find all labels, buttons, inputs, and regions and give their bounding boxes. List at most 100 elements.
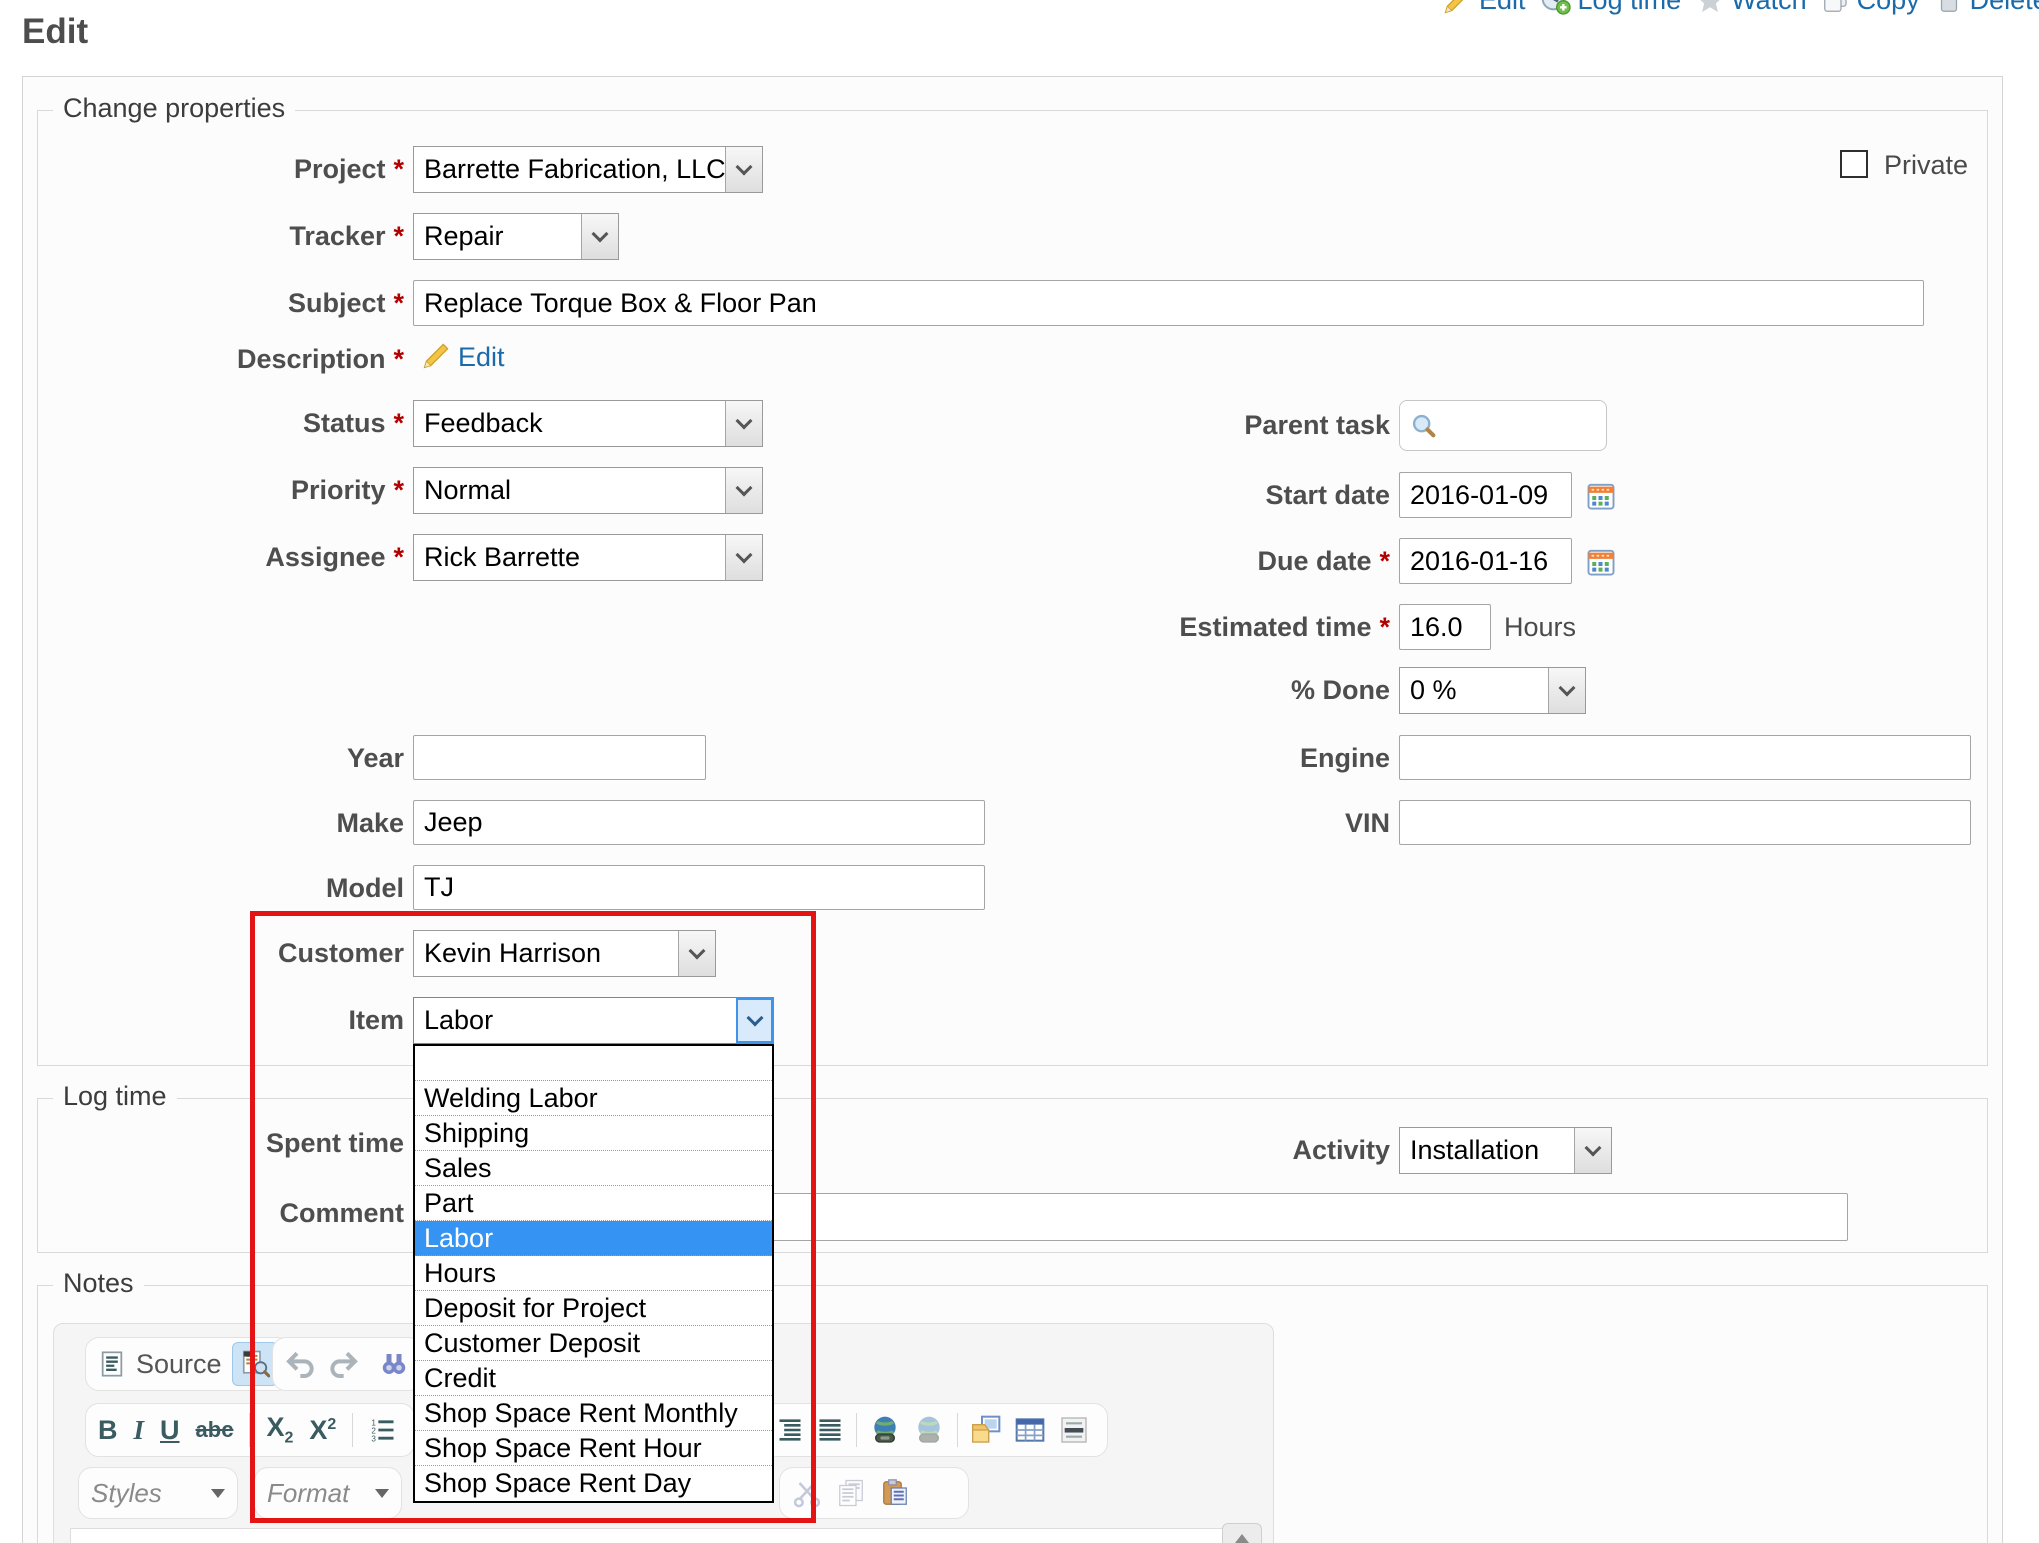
toolbar-group-source: Source: [85, 1337, 291, 1391]
source-button[interactable]: Source: [136, 1349, 222, 1380]
item-dropdown-option[interactable]: Shop Space Rent Monthly: [415, 1396, 772, 1431]
item-dropdown-option[interactable]: Labor: [415, 1221, 772, 1256]
item-dropdown-option[interactable]: Deposit for Project: [415, 1291, 772, 1326]
item-dropdown-option[interactable]: [415, 1046, 772, 1081]
delete-link[interactable]: Delete: [1970, 0, 2039, 16]
issue-edit-page: Edit Log time Watch Copy Delete Edit Cha…: [0, 0, 2039, 1543]
vin-input[interactable]: [1399, 800, 1971, 845]
chevron-down-icon[interactable]: [678, 931, 715, 976]
assignee-select[interactable]: Rick Barrette: [413, 534, 763, 581]
find-icon[interactable]: [379, 1349, 409, 1379]
item-dropdown-option[interactable]: Hours: [415, 1256, 772, 1291]
item-dropdown-option[interactable]: Shop Space Rent Day: [415, 1466, 772, 1501]
item-dropdown-option[interactable]: Part: [415, 1186, 772, 1221]
chevron-down-icon[interactable]: [1548, 668, 1585, 713]
redo-icon[interactable]: [327, 1348, 359, 1380]
bold-button[interactable]: B: [98, 1415, 118, 1446]
estimated-time-input[interactable]: 16.0: [1399, 604, 1491, 650]
description-edit-link[interactable]: Edit: [458, 342, 505, 373]
project-select[interactable]: Barrette Fabrication, LLC: [413, 146, 763, 193]
chevron-down-icon[interactable]: [725, 535, 762, 580]
calendar-icon[interactable]: [1586, 547, 1616, 577]
start-date-label: Start date: [900, 480, 1390, 511]
superscript-button[interactable]: X2: [309, 1415, 336, 1446]
item-dropdown-option[interactable]: Sales: [415, 1151, 772, 1186]
spent-time-label: Spent time: [24, 1128, 404, 1159]
change-properties-fieldset: [37, 110, 1988, 1066]
parent-task-input[interactable]: [1399, 400, 1607, 451]
engine-input[interactable]: [1399, 735, 1971, 780]
chevron-down-icon[interactable]: [581, 214, 618, 259]
item-dropdown-option[interactable]: Shop Space Rent Hour: [415, 1431, 772, 1466]
priority-select[interactable]: Normal: [413, 467, 763, 514]
subject-input[interactable]: Replace Torque Box & Floor Pan: [413, 280, 1924, 326]
year-label: Year: [24, 743, 404, 774]
undo-icon[interactable]: [285, 1348, 317, 1380]
watch-link[interactable]: Watch: [1731, 0, 1807, 16]
toolbar-group-insert: [763, 1403, 1108, 1457]
cut-icon[interactable]: [792, 1478, 822, 1508]
start-date-input[interactable]: 2016-01-09: [1399, 472, 1572, 518]
tracker-label: Tracker*: [24, 221, 404, 252]
item-dropdown-option[interactable]: Credit: [415, 1361, 772, 1396]
styles-dropdown[interactable]: Styles: [78, 1467, 238, 1519]
horizontal-rule-icon[interactable]: [1058, 1414, 1090, 1446]
due-date-label: Due date*: [900, 546, 1390, 577]
unlink-icon[interactable]: [913, 1414, 945, 1446]
strikethrough-button[interactable]: abc: [196, 1417, 234, 1443]
svg-text:3: 3: [372, 1435, 377, 1444]
log-time-action[interactable]: Log time: [1540, 0, 1682, 16]
format-dropdown[interactable]: Format: [254, 1467, 402, 1519]
model-label: Model: [24, 873, 404, 904]
toolbar-group-format-left: B I U abc X2 X2 123: [85, 1403, 415, 1457]
item-dropdown-list: Welding LaborShippingSalesPartLaborHours…: [413, 1044, 774, 1503]
italic-button[interactable]: I: [134, 1415, 145, 1446]
image-icon[interactable]: [970, 1414, 1002, 1446]
chevron-down-icon[interactable]: [725, 147, 762, 192]
watch-action[interactable]: Watch: [1695, 0, 1807, 16]
calendar-icon[interactable]: [1586, 481, 1616, 511]
customer-select[interactable]: Kevin Harrison: [413, 930, 716, 977]
private-checkbox[interactable]: [1840, 150, 1868, 178]
toolbar-collapse-button[interactable]: [1222, 1523, 1262, 1543]
chevron-down-icon[interactable]: [725, 468, 762, 513]
item-dropdown-option[interactable]: Customer Deposit: [415, 1326, 772, 1361]
subscript-button[interactable]: X2: [266, 1412, 293, 1447]
trash-icon: [1934, 0, 1964, 15]
chevron-down-icon[interactable]: [1574, 1128, 1611, 1173]
chevron-down-icon[interactable]: [736, 998, 773, 1043]
underline-button[interactable]: U: [160, 1415, 180, 1446]
year-input[interactable]: [413, 735, 706, 780]
indent-lines-icon[interactable]: [776, 1416, 804, 1444]
tracker-select[interactable]: Repair: [413, 213, 619, 260]
status-select[interactable]: Feedback: [413, 400, 763, 447]
activity-select[interactable]: Installation: [1399, 1127, 1612, 1174]
item-dropdown-option[interactable]: Welding Labor: [415, 1081, 772, 1116]
editor-content-area[interactable]: [70, 1528, 1259, 1543]
log-time-legend: Log time: [53, 1081, 177, 1112]
copy-pages-icon[interactable]: [836, 1478, 866, 1508]
copy-link[interactable]: Copy: [1857, 0, 1920, 16]
templates-button[interactable]: [232, 1342, 278, 1386]
delete-action[interactable]: Delete: [1934, 0, 2039, 16]
item-dropdown-option[interactable]: Shipping: [415, 1116, 772, 1151]
model-input[interactable]: TJ: [413, 865, 985, 910]
due-date-input[interactable]: 2016-01-16: [1399, 538, 1572, 584]
chevron-down-icon[interactable]: [725, 401, 762, 446]
justify-lines-icon[interactable]: [816, 1416, 844, 1444]
link-icon[interactable]: [869, 1414, 901, 1446]
parent-task-label: Parent task: [900, 410, 1390, 441]
percent-done-select[interactable]: 0 %: [1399, 667, 1586, 714]
estimated-time-label: Estimated time*: [900, 612, 1390, 643]
edit-action[interactable]: Edit: [1443, 0, 1526, 16]
log-time-link[interactable]: Log time: [1578, 0, 1682, 16]
edit-link[interactable]: Edit: [1479, 0, 1526, 16]
table-icon[interactable]: [1014, 1414, 1046, 1446]
copy-action[interactable]: Copy: [1821, 0, 1920, 16]
status-label: Status*: [24, 408, 404, 439]
paste-icon[interactable]: [880, 1478, 910, 1508]
numbered-list-icon[interactable]: 123: [369, 1416, 397, 1444]
item-select[interactable]: Labor: [413, 997, 774, 1044]
notes-legend: Notes: [53, 1268, 144, 1299]
percent-done-label: % Done: [900, 675, 1390, 706]
